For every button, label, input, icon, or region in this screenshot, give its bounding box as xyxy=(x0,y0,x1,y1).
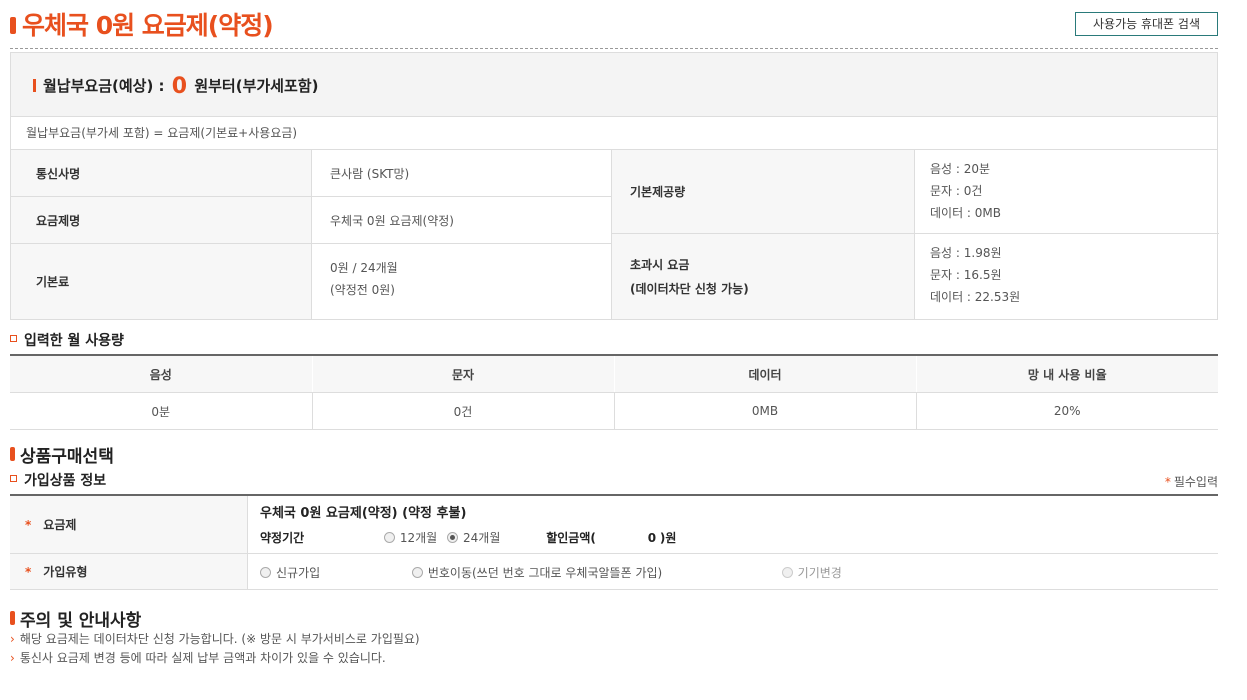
fee-marker-icon xyxy=(33,79,36,92)
monthly-fee-label: 월납부요금(예상) : xyxy=(43,77,165,95)
plan-label-text: 요금제 xyxy=(43,518,77,532)
square-bullet-icon xyxy=(10,475,17,482)
arrow-bullet-icon: › xyxy=(10,632,15,646)
provided-data: 데이터 : 0MB xyxy=(930,206,1002,220)
usage-data-value: 0MB xyxy=(613,392,916,430)
usage-ratio-value: 20% xyxy=(915,392,1218,430)
join-type-port-label: 번호이동(쓰던 번호 그대로 우체국알뜰폰 가입) xyxy=(427,566,663,580)
usage-heading: 입력한 월 사용량 xyxy=(24,333,124,349)
product-info-heading-row: 가입상품 정보 * 필수입력 xyxy=(10,470,1218,492)
base-fee-amount: 0원 / 24개월 xyxy=(330,261,398,275)
fee-formula: 월납부요금(부가세 포함) = 요금제(기본료+사용요금) xyxy=(11,117,1217,150)
required-star-icon: * xyxy=(25,517,32,532)
usage-sms-value: 0건 xyxy=(311,392,614,430)
overage-label: 초과시 요금 (데이터차단 신청 가능) xyxy=(611,234,914,319)
radio-disabled-icon[interactable] xyxy=(781,567,793,578)
notes-list: › 해당 요금제는 데이터차단 신청 가능합니다. (※ 방문 시 부가서비스로 … xyxy=(10,630,1218,668)
join-type-device-change[interactable]: 기기변경 xyxy=(781,566,842,580)
provided-sms: 문자 : 0건 xyxy=(930,184,983,198)
page-title: 우체국 0원 요금제(약정) xyxy=(22,11,274,40)
carrier-label: 통신사명 xyxy=(11,150,311,197)
term-option-12[interactable]: 12개월 xyxy=(383,531,438,545)
join-type-row: * 가입유형 신규가입 번호이동(쓰던 번호 그대로 우체국알뜰폰 가입) 기기변… xyxy=(10,554,1218,589)
usage-heading-row: 입력한 월 사용량 xyxy=(10,330,1218,352)
join-type-new-label: 신규가입 xyxy=(276,566,321,580)
overage-voice: 음성 : 1.98원 xyxy=(930,246,1002,260)
overage-label-line1: 초과시 요금 xyxy=(630,258,690,272)
provided-label: 기본제공량 xyxy=(611,150,914,234)
join-type-port[interactable]: 번호이동(쓰던 번호 그대로 우체국알뜰폰 가입) xyxy=(411,564,778,581)
note-text: 해당 요금제는 데이터차단 신청 가능합니다. (※ 방문 시 부가서비스로 가… xyxy=(19,632,420,646)
product-info-heading: 가입상품 정보 xyxy=(24,473,107,489)
provided-values: 음성 : 20분 문자 : 0건 데이터 : 0MB xyxy=(914,150,1219,234)
overage-values: 음성 : 1.98원 문자 : 16.5원 데이터 : 22.53원 xyxy=(914,234,1219,319)
overage-label-line2: (데이터차단 신청 가능) xyxy=(630,282,749,296)
notes-heading-row: 주의 및 안내사항 xyxy=(10,604,1218,631)
monthly-fee-text: 월납부요금(예상) : 0 원부터(부가세포함) xyxy=(43,74,318,99)
note-item: › 통신사 요금제 변경 등에 따라 실제 납부 금액과 차이가 있을 수 있습니… xyxy=(10,649,1218,668)
required-star-icon: * xyxy=(25,564,32,579)
note-item: › 해당 요금제는 데이터차단 신청 가능합니다. (※ 방문 시 부가서비스로 … xyxy=(10,630,1218,649)
plan-row-label: * 요금제 xyxy=(10,496,248,553)
radio-selected-icon[interactable] xyxy=(447,532,459,543)
plan-name-label: 요금제명 xyxy=(11,197,311,244)
term-option-12-label: 12개월 xyxy=(399,531,438,545)
monthly-fee-suffix: 원부터(부가세포함) xyxy=(194,77,319,95)
arrow-bullet-icon: › xyxy=(10,651,15,665)
plan-summary-panel: 월납부요금(예상) : 0 원부터(부가세포함) 월납부요금(부가세 포함) =… xyxy=(10,52,1219,320)
term-option-24-label: 24개월 xyxy=(463,531,501,545)
join-type-row-label: * 가입유형 xyxy=(10,554,248,589)
page-header: 우체국 0원 요금제(약정) 사용가능 휴대폰 검색 xyxy=(10,0,1218,49)
term-option-24[interactable]: 24개월 xyxy=(447,531,500,545)
discount-value: 0 xyxy=(647,531,657,545)
radio-icon[interactable] xyxy=(260,567,271,578)
discount-label: 할인금액( xyxy=(546,531,596,545)
monthly-fee-banner: 월납부요금(예상) : 0 원부터(부가세포함) xyxy=(11,53,1217,117)
title-marker-icon xyxy=(10,17,16,34)
radio-icon[interactable] xyxy=(383,532,395,543)
radio-icon[interactable] xyxy=(411,567,423,578)
phone-search-button[interactable]: 사용가능 휴대폰 검색 xyxy=(1075,12,1218,36)
usage-col-data: 데이터 xyxy=(613,355,916,393)
plan-name-value: 우체국 0원 요금제(약정) xyxy=(311,197,611,244)
base-fee-value: 0원 / 24개월 (약정전 0원) xyxy=(311,244,611,319)
required-note: * 필수입력 xyxy=(1165,473,1218,490)
usage-value-row: 0분 0건 0MB 20% xyxy=(10,392,1218,430)
purchase-heading: 상품구매선택 xyxy=(20,447,114,467)
usage-table: 음성 문자 데이터 망 내 사용 비율 0분 0건 0MB 20% xyxy=(10,354,1218,430)
notes-heading: 주의 및 안내사항 xyxy=(20,611,142,631)
join-type-new[interactable]: 신규가입 xyxy=(260,564,408,581)
overage-data: 데이터 : 22.53원 xyxy=(930,290,1021,304)
usage-col-voice: 음성 xyxy=(10,355,312,393)
usage-header-row: 음성 문자 데이터 망 내 사용 비율 xyxy=(10,355,1218,393)
square-bullet-icon xyxy=(10,335,17,342)
usage-col-sms: 문자 xyxy=(311,355,614,393)
discount-suffix: )원 xyxy=(659,531,677,545)
required-star-icon: * xyxy=(1164,475,1171,489)
usage-voice-value: 0분 xyxy=(10,392,312,430)
section-marker-icon xyxy=(10,447,15,461)
join-type-device-change-label: 기기변경 xyxy=(797,566,842,580)
plan-row: * 요금제 우체국 0원 요금제(약정) (약정 후불) 약정기간 12개월 24… xyxy=(10,496,1218,554)
note-text: 통신사 요금제 변경 등에 따라 실제 납부 금액과 차이가 있을 수 있습니다… xyxy=(19,651,386,665)
section-marker-icon xyxy=(10,611,15,625)
base-fee-label: 기본료 xyxy=(11,244,311,319)
term-label: 약정기간 xyxy=(260,531,305,545)
provided-voice: 음성 : 20분 xyxy=(930,162,991,176)
usage-col-ratio: 망 내 사용 비율 xyxy=(915,355,1218,393)
term-row: 약정기간 12개월 24개월 할인금액( 0 )원 xyxy=(260,529,676,546)
plan-info-grid: 통신사명 요금제명 기본료 큰사람 (SKT망) 우체국 0원 요금제(약정) … xyxy=(11,150,1219,319)
join-form: * 요금제 우체국 0원 요금제(약정) (약정 후불) 약정기간 12개월 24… xyxy=(10,494,1218,590)
plan-detail-page: 우체국 0원 요금제(약정) 사용가능 휴대폰 검색 월납부요금(예상) : 0… xyxy=(10,0,1219,668)
plan-name: 우체국 0원 요금제(약정) (약정 후불) xyxy=(260,506,467,521)
overage-sms: 문자 : 16.5원 xyxy=(930,268,1002,282)
purchase-heading-row: 상품구매선택 xyxy=(10,440,1218,467)
carrier-value: 큰사람 (SKT망) xyxy=(311,150,611,197)
required-note-text: 필수입력 xyxy=(1173,475,1218,489)
base-fee-note: (약정전 0원) xyxy=(330,283,395,297)
join-type-label-text: 가입유형 xyxy=(43,565,88,579)
monthly-fee-value: 0 xyxy=(171,74,188,99)
join-type-options: 신규가입 번호이동(쓰던 번호 그대로 우체국알뜰폰 가입) 기기변경 xyxy=(260,564,842,581)
